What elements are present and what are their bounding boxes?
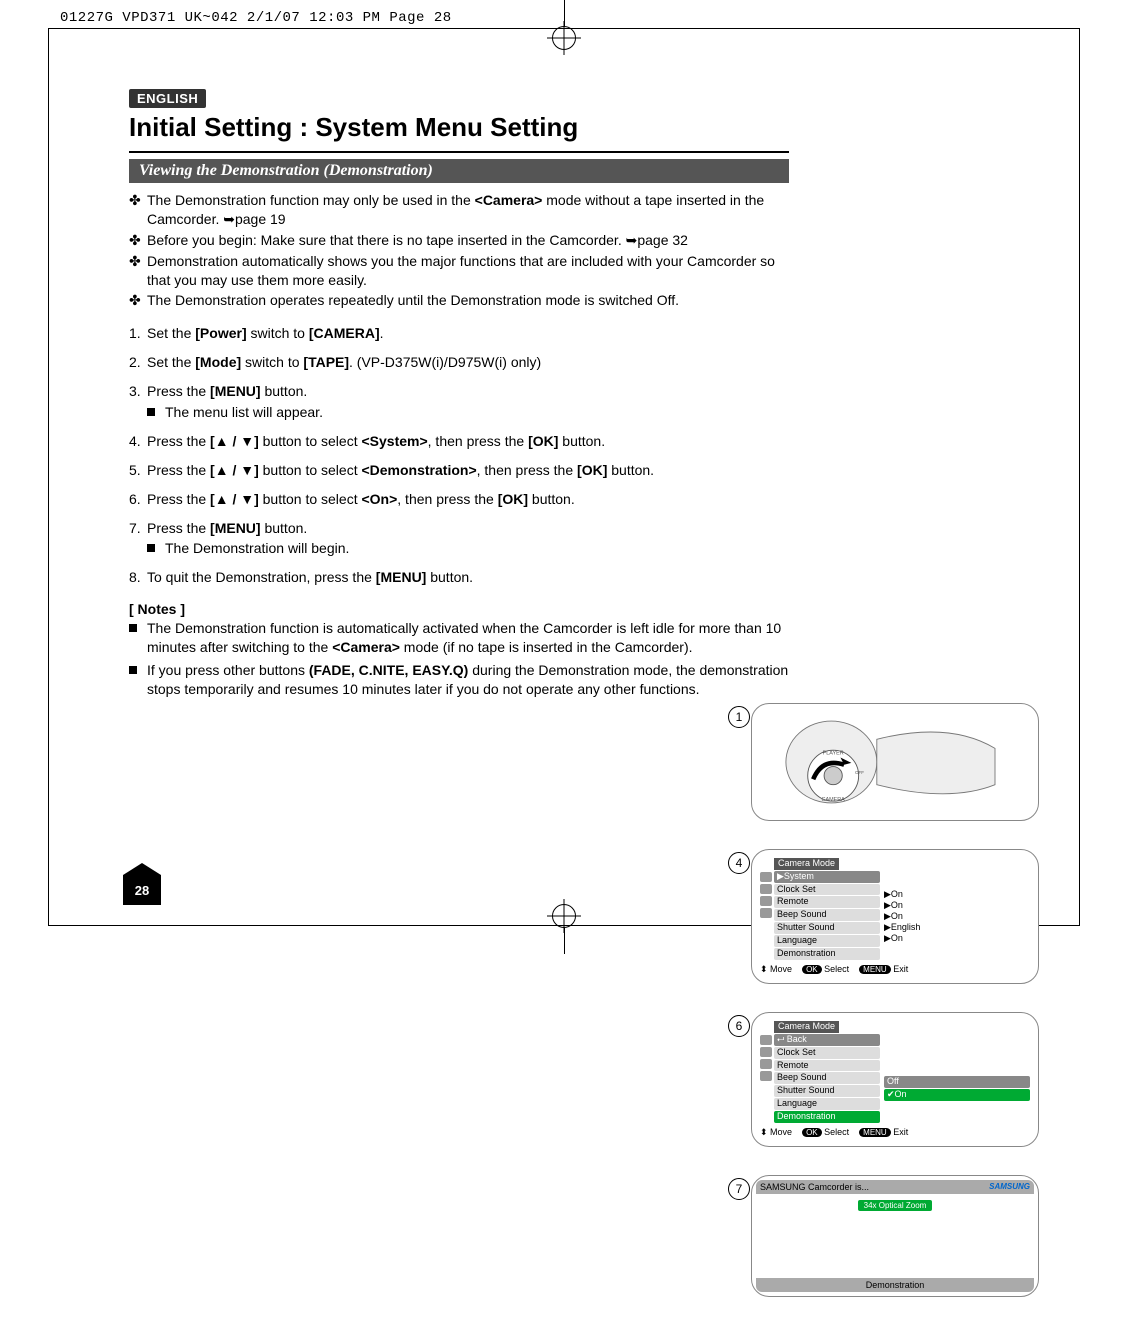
osd-menu-item: Clock Set bbox=[774, 1047, 880, 1059]
steps-list: Set the [Power] switch to [CAMERA]. Set t… bbox=[129, 324, 789, 587]
osd-icon bbox=[760, 1071, 772, 1081]
notes-heading: [ Notes ] bbox=[129, 601, 789, 617]
osd-menu-value bbox=[884, 880, 1030, 890]
osd-icon-column bbox=[760, 858, 774, 961]
language-badge: ENGLISH bbox=[129, 89, 206, 108]
camcorder-illustration: PLAYER OFF CAMERA bbox=[760, 712, 1030, 812]
osd-menu-item: Beep Sound bbox=[774, 1072, 880, 1084]
figure-6: 6 Camera Mode ⮠ Back Clock SetRemoteBee bbox=[751, 1012, 1039, 1147]
osd-menu-item: Remote bbox=[774, 896, 880, 908]
osd-icon bbox=[760, 1047, 772, 1057]
osd-menu-item-selected: Demonstration bbox=[774, 1111, 880, 1123]
intro-bullet: Before you begin: Make sure that there i… bbox=[129, 231, 789, 250]
osd-option-off: Off bbox=[884, 1076, 1030, 1088]
step-sub-item: The menu list will appear. bbox=[147, 403, 789, 422]
step-item: Press the [▲ / ▼] button to select <Demo… bbox=[129, 461, 789, 480]
step-item: Set the [Mode] switch to [TAPE]. (VP-D37… bbox=[129, 353, 789, 372]
osd-menu-item: Remote bbox=[774, 1060, 880, 1072]
osd-icon bbox=[760, 1035, 772, 1045]
figure-7-number: 7 bbox=[728, 1178, 750, 1200]
osd-icon bbox=[760, 908, 772, 918]
osd-menu-value: ▶On bbox=[884, 912, 1030, 922]
osd-menu-value: ▶On bbox=[884, 890, 1030, 900]
osd-icon bbox=[760, 1059, 772, 1069]
note-item: If you press other buttons (FADE, C.NITE… bbox=[129, 661, 789, 699]
osd-footer: ⬍ Move OK Select MENU Exit bbox=[760, 965, 1030, 975]
samsung-logo: SAMSUNG bbox=[989, 1182, 1030, 1191]
intro-bullet: The Demonstration operates repeatedly un… bbox=[129, 291, 789, 310]
osd-icon bbox=[760, 884, 772, 894]
osd-icon bbox=[760, 896, 772, 906]
demo-foot-text: Demonstration bbox=[756, 1278, 1034, 1292]
step-item: Set the [Power] switch to [CAMERA]. bbox=[129, 324, 789, 343]
osd-icon bbox=[760, 872, 772, 882]
osd-menu-item: Language bbox=[774, 1098, 880, 1110]
svg-text:OFF: OFF bbox=[855, 770, 864, 775]
crop-header: 01227G VPD371 UK~042 2/1/07 12:03 PM Pag… bbox=[60, 10, 452, 26]
figure-7: 7 SAMSUNG Camcorder is... SAMSUNG 34x Op… bbox=[751, 1175, 1039, 1297]
osd-menu-value: ▶English bbox=[884, 923, 1030, 933]
osd-menu-item: Language bbox=[774, 935, 880, 947]
osd-mode-title: Camera Mode bbox=[774, 1021, 839, 1033]
svg-text:CAMERA: CAMERA bbox=[822, 797, 846, 803]
osd-menu-value: ▶On bbox=[884, 901, 1030, 911]
step-item: Press the [MENU] button.The menu list wi… bbox=[129, 382, 789, 422]
osd-menu-item: Shutter Sound bbox=[774, 922, 880, 934]
osd-menu-item: Shutter Sound bbox=[774, 1085, 880, 1097]
figure-4-number: 4 bbox=[728, 852, 750, 874]
note-item: The Demonstration function is automatica… bbox=[129, 619, 789, 657]
step-item: To quit the Demonstration, press the [ME… bbox=[129, 568, 789, 587]
step-item: Press the [MENU] button.The Demonstratio… bbox=[129, 519, 789, 559]
svg-text:PLAYER: PLAYER bbox=[823, 751, 844, 757]
notes-list: The Demonstration function is automatica… bbox=[129, 619, 789, 699]
osd-icon-column bbox=[760, 1021, 774, 1124]
intro-bullet-list: The Demonstration function may only be u… bbox=[129, 191, 789, 310]
intro-bullet: Demonstration automatically shows you th… bbox=[129, 252, 789, 290]
osd-section-header: ▶System bbox=[774, 871, 880, 883]
intro-bullet: The Demonstration function may only be u… bbox=[129, 191, 789, 229]
demo-head-text: SAMSUNG Camcorder is... bbox=[760, 1182, 869, 1192]
osd-menu-item: Beep Sound bbox=[774, 909, 880, 921]
figure-6-number: 6 bbox=[728, 1015, 750, 1037]
osd-footer: ⬍ Move OK Select MENU Exit bbox=[760, 1128, 1030, 1138]
title-rule bbox=[129, 151, 789, 153]
osd-option-on-selected: ✔On bbox=[884, 1089, 1030, 1101]
osd-menu-value: ▶On bbox=[884, 934, 1030, 944]
figure-1-number: 1 bbox=[728, 706, 750, 728]
page-title: Initial Setting : System Menu Setting bbox=[129, 112, 789, 143]
osd-back: ⮠ Back bbox=[774, 1034, 880, 1046]
step-item: Press the [▲ / ▼] button to select <Syst… bbox=[129, 432, 789, 451]
figure-4: 4 Camera Mode ▶System Clock SetRemoteBe bbox=[751, 849, 1039, 984]
osd-menu-item: Clock Set bbox=[774, 884, 880, 896]
demo-zoom-badge: 34x Optical Zoom bbox=[858, 1200, 933, 1211]
figure-1: 1 PLAYER OFF CAMERA bbox=[751, 703, 1039, 821]
step-item: Press the [▲ / ▼] button to select <On>,… bbox=[129, 490, 789, 509]
section-heading: Viewing the Demonstration (Demonstration… bbox=[129, 159, 789, 183]
osd-mode-title: Camera Mode bbox=[774, 858, 839, 870]
step-sub-item: The Demonstration will begin. bbox=[147, 539, 789, 558]
